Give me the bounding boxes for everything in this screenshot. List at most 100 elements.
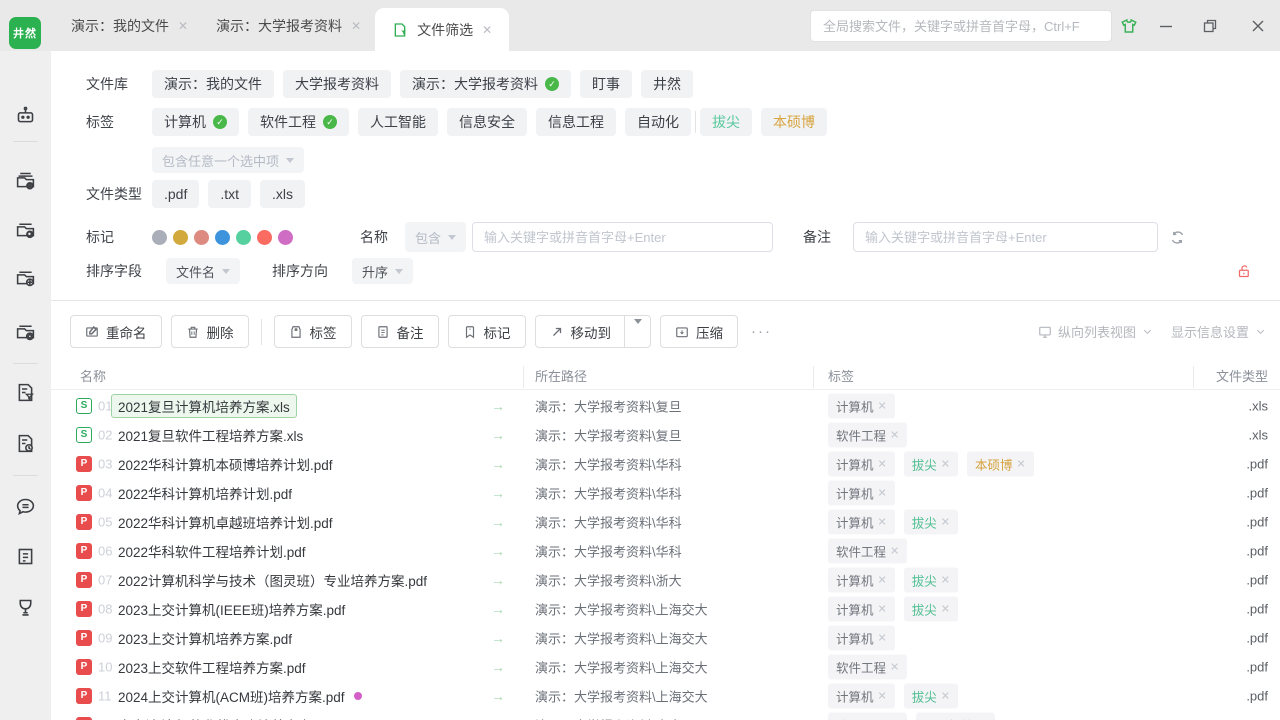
row-tag-chip[interactable]: 计算机✕ <box>828 480 895 505</box>
remove-tag-icon[interactable]: ✕ <box>878 486 887 499</box>
row-tag-chip[interactable]: 本硕博✕ <box>967 451 1034 476</box>
unlock-icon[interactable] <box>1237 264 1252 279</box>
open-location-arrow-icon[interactable]: → <box>491 601 505 617</box>
remove-tag-icon[interactable]: ✕ <box>941 515 950 528</box>
table-row[interactable]: S 02 2021复旦软件工程培养方案.xls → 演示：大学报考资料\复旦 软… <box>51 420 1280 449</box>
delete-button[interactable]: 删除 <box>171 315 249 348</box>
file-name[interactable]: 2023上交计算机(IEEE班)培养方案.pdf <box>118 599 345 619</box>
remove-tag-icon[interactable]: ✕ <box>878 689 887 702</box>
open-location-arrow-icon[interactable]: → <box>491 398 505 414</box>
table-row[interactable]: P 11 2024上交计算机(ACM班)培养方案.pdf → 演示：大学报考资料… <box>51 681 1280 710</box>
file-name[interactable]: 2023上交软件工程培养方案.pdf <box>118 657 306 677</box>
row-tag-chip[interactable]: 拔尖✕ <box>904 567 958 592</box>
remove-tag-icon[interactable]: ✕ <box>878 515 887 528</box>
row-tag-chip[interactable]: 计算机✕ <box>828 451 895 476</box>
tab-my-files[interactable]: 演示：我的文件 ✕ <box>57 0 202 51</box>
folder-manage-icon[interactable] <box>15 321 36 342</box>
library-chip[interactable]: 盯事 <box>580 70 632 98</box>
col-path[interactable]: 所在路径 <box>535 366 587 385</box>
reward-icon[interactable] <box>15 597 36 618</box>
tag-chip[interactable]: 计算机✓ <box>152 108 239 136</box>
sort-dir-select[interactable]: 升序 <box>352 258 413 284</box>
table-row[interactable]: P 09 2023上交计算机培养方案.pdf → 演示：大学报考资料\上海交大 … <box>51 623 1280 652</box>
table-row[interactable]: S 01 2021复旦计算机培养方案.xls → 演示：大学报考资料\复旦 计算… <box>51 391 1280 420</box>
note-button[interactable]: 备注 <box>361 315 439 348</box>
mark-dot[interactable] <box>194 230 209 245</box>
filetype-chip[interactable]: .txt <box>208 180 251 208</box>
tab-college-docs[interactable]: 演示：大学报考资料 ✕ <box>202 0 375 51</box>
tag-button[interactable]: 标签 <box>274 315 352 348</box>
file-name[interactable]: 2022华科计算机培养计划.pdf <box>118 483 292 503</box>
row-tag-chip[interactable]: 计算机✕ <box>828 596 895 621</box>
file-name[interactable]: 2021复旦计算机培养方案.xls <box>118 394 297 418</box>
col-filetype[interactable]: 文件类型 <box>1216 366 1268 385</box>
special-tag-chip[interactable]: 拔尖 <box>700 108 752 136</box>
note-filter-input[interactable] <box>853 222 1158 252</box>
mark-dot[interactable] <box>215 230 230 245</box>
tag-chip[interactable]: 信息工程 <box>536 108 616 136</box>
tag-chip[interactable]: 信息安全 <box>447 108 527 136</box>
remove-tag-icon[interactable]: ✕ <box>941 689 950 702</box>
rename-button[interactable]: 重命名 <box>70 315 162 348</box>
file-name[interactable]: 2022华科计算机卓越班培养计划.pdf <box>118 512 333 532</box>
open-location-arrow-icon[interactable]: → <box>491 514 505 530</box>
library-chip[interactable]: 演示：我的文件 <box>152 70 274 98</box>
table-row[interactable]: P 05 2022华科计算机卓越班培养计划.pdf → 演示：大学报考资料\华科… <box>51 507 1280 536</box>
open-location-arrow-icon[interactable]: → <box>491 688 505 704</box>
remove-tag-icon[interactable]: ✕ <box>941 457 950 470</box>
open-location-arrow-icon[interactable]: → <box>491 572 505 588</box>
move-to-button[interactable]: 移动到 <box>535 315 652 348</box>
remove-tag-icon[interactable]: ✕ <box>878 457 887 470</box>
open-location-arrow-icon[interactable]: → <box>491 717 505 720</box>
file-name[interactable]: 中大计科-智能化拔尖班培养方案.pdf <box>118 715 334 720</box>
remove-tag-icon[interactable]: ✕ <box>941 602 950 615</box>
name-filter-input[interactable] <box>472 222 773 252</box>
file-name[interactable]: 2022计算机科学与技术（图灵班）专业培养方案.pdf <box>118 570 427 590</box>
library-chip[interactable]: 井然 <box>641 70 693 98</box>
table-row[interactable]: P 10 2023上交软件工程培养方案.pdf → 演示：大学报考资料\上海交大… <box>51 652 1280 681</box>
file-name[interactable]: 2024上交计算机(ACM班)培养方案.pdf <box>118 686 362 706</box>
row-tag-chip[interactable]: 计算机✕ <box>828 509 895 534</box>
row-tag-chip[interactable]: 拔尖✕ <box>904 683 958 708</box>
robot-icon[interactable] <box>15 105 36 126</box>
folder-search-icon[interactable] <box>15 219 36 240</box>
row-tag-chip[interactable]: 软件工程✕ <box>828 712 907 720</box>
table-row[interactable]: P 08 2023上交计算机(IEEE班)培养方案.pdf → 演示：大学报考资… <box>51 594 1280 623</box>
open-location-arrow-icon[interactable]: → <box>491 485 505 501</box>
tab-file-filter[interactable]: 文件筛选 ✕ <box>375 8 509 51</box>
table-row[interactable]: P 04 2022华科计算机培养计划.pdf → 演示：大学报考资料\华科 计算… <box>51 478 1280 507</box>
row-tag-chip[interactable]: 计算机✕ <box>828 567 895 592</box>
row-tag-chip[interactable]: 计算机✕ <box>828 625 895 650</box>
file-name[interactable]: 2021复旦软件工程培养方案.xls <box>118 425 303 445</box>
sort-field-select[interactable]: 文件名 <box>166 258 240 284</box>
row-tag-chip[interactable]: 软件工程✕ <box>828 538 907 563</box>
filetype-chip[interactable]: .pdf <box>152 180 199 208</box>
file-filter-icon[interactable] <box>15 382 36 403</box>
tag-chip[interactable]: 自动化 <box>625 108 691 136</box>
remove-tag-icon[interactable]: ✕ <box>878 573 887 586</box>
close-tab-icon[interactable]: ✕ <box>351 19 361 33</box>
row-tag-chip[interactable]: 拔尖✕ <box>904 509 958 534</box>
minimize-button[interactable] <box>1154 14 1178 38</box>
library-chip[interactable]: 演示：大学报考资料✓ <box>400 70 571 98</box>
close-tab-icon[interactable]: ✕ <box>482 23 492 37</box>
restore-button[interactable] <box>1198 14 1222 38</box>
open-location-arrow-icon[interactable]: → <box>491 543 505 559</box>
compress-button[interactable]: 压缩 <box>660 315 738 348</box>
row-tag-chip[interactable]: 软件工程✕ <box>828 654 907 679</box>
remove-tag-icon[interactable]: ✕ <box>890 544 899 557</box>
remove-tag-icon[interactable]: ✕ <box>1016 457 1025 470</box>
open-location-arrow-icon[interactable]: → <box>491 630 505 646</box>
row-tag-chip[interactable]: 人工智能✕ <box>916 712 995 720</box>
library-chip[interactable]: 大学报考资料 <box>283 70 391 98</box>
open-location-arrow-icon[interactable]: → <box>491 427 505 443</box>
open-location-arrow-icon[interactable]: → <box>491 456 505 472</box>
file-name[interactable]: 2023上交计算机培养方案.pdf <box>118 628 292 648</box>
changelog-icon[interactable] <box>15 546 36 567</box>
folder-add-icon[interactable] <box>15 267 36 288</box>
global-search-input[interactable] <box>811 11 1111 41</box>
col-tags[interactable]: 标签 <box>828 366 854 385</box>
close-tab-icon[interactable]: ✕ <box>178 19 188 33</box>
display-settings-select[interactable]: 显示信息设置 <box>1171 322 1266 341</box>
app-logo[interactable]: 井然 <box>9 17 41 49</box>
